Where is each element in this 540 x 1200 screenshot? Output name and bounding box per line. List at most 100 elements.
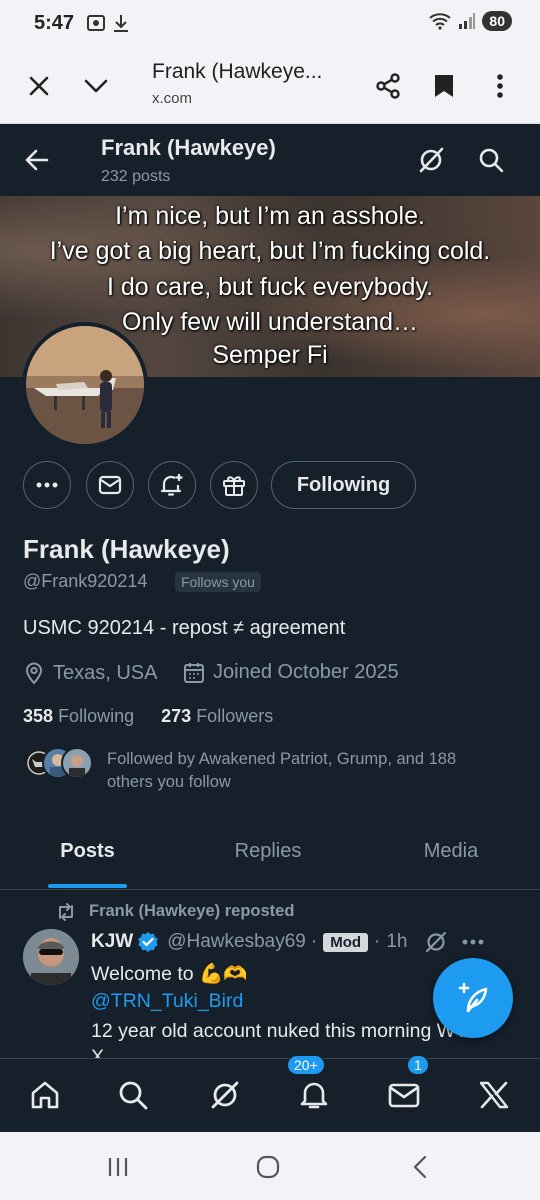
overflow-menu-button[interactable] bbox=[480, 66, 520, 106]
message-button[interactable] bbox=[86, 461, 134, 509]
messages-badge: 1 bbox=[407, 1055, 429, 1075]
tweet-header: KJW @Hawkesbay69 · Mod · 1h bbox=[91, 930, 484, 954]
profile-header: Frank (Hawkeye) 232 posts bbox=[0, 124, 540, 196]
search-icon bbox=[119, 1081, 148, 1110]
status-time: 5:47 bbox=[34, 12, 75, 34]
back-button[interactable] bbox=[15, 138, 59, 182]
following-count: 358 bbox=[23, 706, 54, 726]
tab-media[interactable]: Media bbox=[400, 814, 502, 889]
notifications-badge: 20+ bbox=[287, 1055, 325, 1075]
bottom-navigation: 20+ 1 bbox=[0, 1055, 540, 1132]
profile-avatar[interactable] bbox=[22, 322, 148, 448]
download-icon bbox=[114, 15, 128, 32]
back-arrow-icon bbox=[25, 149, 49, 171]
followers-count: 273 bbox=[161, 706, 192, 726]
compose-post-button[interactable] bbox=[433, 958, 513, 1038]
compose-icon bbox=[458, 982, 488, 1013]
battery-indicator: 80 bbox=[482, 11, 512, 31]
share-button[interactable] bbox=[368, 66, 408, 106]
following-label: Following bbox=[58, 706, 135, 726]
location-text: Texas, USA bbox=[53, 661, 158, 684]
grok-button[interactable] bbox=[409, 138, 453, 182]
tweet-author-handle[interactable]: @Hawkesbay69 bbox=[167, 931, 306, 953]
nav-x-premium[interactable] bbox=[470, 1071, 518, 1119]
nav-messages[interactable] bbox=[380, 1071, 428, 1119]
close-icon bbox=[29, 76, 49, 96]
gift-icon bbox=[223, 476, 245, 496]
tweet-text-line: Welcome to 💪🫶 bbox=[91, 963, 248, 985]
following-button[interactable]: Following bbox=[271, 461, 416, 509]
tweet-text-line: 12 year old account nuked this morning W… bbox=[91, 1020, 480, 1042]
system-navigation-bar bbox=[0, 1132, 540, 1200]
home-icon bbox=[31, 1081, 59, 1109]
followed-by-line: Followed by Awakened Patriot, Grump, and… bbox=[107, 750, 457, 768]
tab-page-title: Frank (Hawkeye... bbox=[152, 60, 323, 83]
browser-toolbar: Frank (Hawkeye... x.com bbox=[0, 48, 540, 124]
status-bar: 5:47 80 bbox=[0, 0, 540, 48]
gift-button[interactable] bbox=[210, 461, 258, 509]
active-tab-indicator bbox=[48, 884, 127, 888]
avatar bbox=[61, 747, 93, 779]
bookmark-icon bbox=[435, 75, 453, 97]
followed-by-text[interactable]: Followed by Awakened Patriot, Grump, and… bbox=[107, 748, 517, 794]
x-logo-icon bbox=[479, 1081, 509, 1109]
profile-display-name: Frank (Hawkeye) bbox=[23, 534, 230, 564]
profile-joined: Joined October 2025 bbox=[183, 661, 399, 684]
profile-page: Frank (Hawkeye) 232 posts I’m nice, but … bbox=[0, 124, 540, 1132]
profile-location: Texas, USA bbox=[23, 661, 157, 685]
nav-search[interactable] bbox=[109, 1071, 157, 1119]
banner-text-line: I’m nice, but I’m an asshole. bbox=[115, 202, 425, 230]
search-icon bbox=[479, 148, 504, 173]
profile-tabs: Posts Replies Media bbox=[0, 814, 540, 890]
repost-context[interactable]: Frank (Hawkeye) reposted bbox=[55, 902, 294, 921]
page-title: Frank (Hawkeye) bbox=[101, 135, 276, 160]
home-circle-icon bbox=[256, 1155, 280, 1179]
more-horizontal-icon[interactable] bbox=[462, 939, 484, 945]
profile-handle: @Frank920214 bbox=[23, 571, 148, 591]
minimize-tab-button[interactable] bbox=[76, 66, 116, 106]
separator-dot: · bbox=[374, 931, 381, 952]
follow-counts: 358 Following 273 Followers bbox=[23, 706, 273, 727]
tweet-author-avatar[interactable] bbox=[23, 929, 79, 985]
status-notification-icons bbox=[86, 13, 130, 33]
banner-text-line: I’ve got a big heart, but I’m fucking co… bbox=[49, 237, 491, 265]
location-icon bbox=[25, 662, 43, 685]
recent-apps-icon bbox=[108, 1158, 128, 1176]
more-options-button[interactable] bbox=[23, 461, 71, 509]
post-count: 232 posts bbox=[101, 168, 171, 185]
home-system-button[interactable] bbox=[248, 1152, 288, 1182]
following-link[interactable]: 358 Following bbox=[23, 706, 134, 726]
mod-badge: Mod bbox=[323, 932, 369, 952]
avatar-photo bbox=[26, 326, 144, 444]
grok-icon[interactable] bbox=[424, 930, 448, 954]
back-system-button[interactable] bbox=[400, 1152, 440, 1182]
grok-icon bbox=[211, 1081, 239, 1109]
mail-icon bbox=[388, 1083, 420, 1108]
followed-by-line: others you follow bbox=[107, 773, 231, 791]
bell-plus-icon bbox=[160, 474, 183, 496]
recent-apps-button[interactable] bbox=[98, 1152, 138, 1182]
follows-you-badge: Follows you bbox=[175, 572, 261, 592]
nav-grok[interactable] bbox=[201, 1071, 249, 1119]
search-button[interactable] bbox=[469, 138, 513, 182]
signal-icon bbox=[459, 13, 476, 29]
followed-by-avatars[interactable] bbox=[23, 747, 93, 781]
separator-dot: · bbox=[310, 931, 318, 952]
grok-icon bbox=[419, 147, 444, 173]
tab-posts[interactable]: Posts bbox=[40, 814, 135, 889]
repost-label: Frank (Hawkeye) reposted bbox=[89, 902, 295, 920]
mail-icon bbox=[98, 475, 122, 495]
nav-notifications[interactable] bbox=[290, 1071, 338, 1119]
tweet-mention[interactable]: @TRN_Tuki_Bird bbox=[91, 990, 243, 1013]
notifications-subscribe-button[interactable] bbox=[148, 461, 196, 509]
tweet-author-name[interactable]: KJW bbox=[91, 931, 133, 953]
tab-replies[interactable]: Replies bbox=[210, 814, 326, 889]
tweet-timestamp[interactable]: 1h bbox=[386, 931, 407, 953]
nav-home[interactable] bbox=[21, 1071, 69, 1119]
back-chevron-icon bbox=[413, 1155, 427, 1179]
followers-link[interactable]: 273 Followers bbox=[161, 706, 273, 726]
bookmark-button[interactable] bbox=[424, 66, 464, 106]
more-horizontal-icon bbox=[36, 482, 58, 488]
tab-url[interactable]: x.com bbox=[152, 90, 192, 107]
close-tab-button[interactable] bbox=[19, 66, 59, 106]
